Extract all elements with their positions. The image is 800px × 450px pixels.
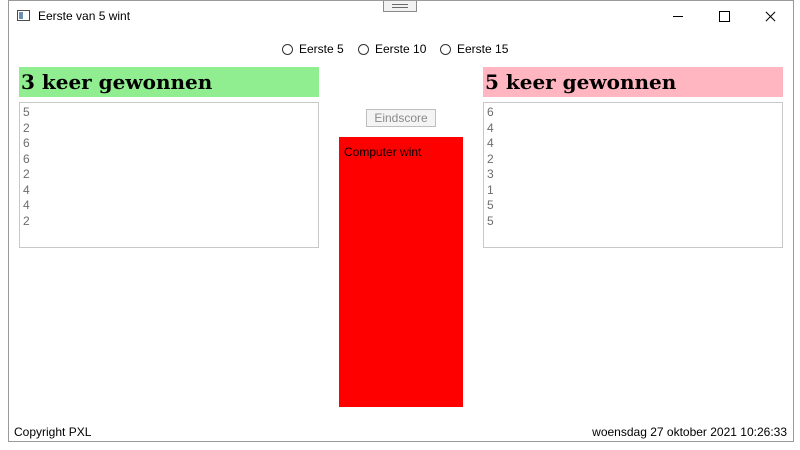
radio-eerste-10[interactable]: Eerste 10: [358, 42, 426, 56]
radio-label: Eerste 10: [375, 42, 427, 56]
copyright-label: Copyright PXL: [14, 425, 92, 439]
list-item: 5: [23, 105, 30, 119]
app-icon: [17, 10, 30, 21]
drag-grip-icon[interactable]: [383, 1, 417, 12]
radio-label: Eerste 15: [457, 42, 509, 56]
radio-circle-icon[interactable]: [282, 43, 293, 55]
list-item: 2: [23, 167, 30, 181]
app-window: Eerste van 5 wint Eerste 5 Eerste 10 Eer…: [8, 0, 794, 442]
list-item: 5: [487, 213, 494, 228]
radio-label: Eerste 5: [299, 42, 344, 56]
list-item: 2: [23, 120, 30, 135]
list-item: 6: [23, 136, 30, 150]
title-bar[interactable]: Eerste van 5 wint: [9, 1, 793, 31]
list-item: 2: [487, 151, 494, 166]
radio-circle-icon[interactable]: [440, 43, 451, 55]
list-item: 4: [487, 136, 494, 150]
radio-eerste-15[interactable]: Eerste 15: [440, 42, 508, 56]
computer-rolls-list[interactable]: 6 4 4 2 3 1 5 5: [483, 102, 783, 248]
list-item: 1: [487, 182, 494, 197]
player-wins-heading: 3 keer gewonnen: [19, 67, 319, 97]
computer-wins-heading: 5 keer gewonnen: [483, 67, 783, 97]
game-length-options: Eerste 5 Eerste 10 Eerste 15: [9, 42, 793, 58]
result-panel: Computer wint: [339, 137, 463, 407]
list-item: 2: [23, 213, 30, 228]
close-button[interactable]: [747, 1, 793, 31]
datetime-label: woensdag 27 oktober 2021 10:26:33: [592, 425, 787, 439]
list-item: 6: [23, 151, 30, 166]
result-text: Computer wint: [344, 145, 422, 159]
window-title: Eerste van 5 wint: [38, 9, 131, 23]
radio-circle-icon[interactable]: [358, 43, 369, 55]
list-item: 3: [487, 167, 494, 181]
minimize-button[interactable]: [655, 1, 701, 31]
maximize-button[interactable]: [701, 1, 747, 31]
list-item: 4: [487, 120, 494, 135]
list-item: 5: [487, 198, 494, 212]
list-item: 4: [23, 182, 30, 197]
player-rolls-list[interactable]: 5 2 6 6 2 4 4 2: [19, 102, 319, 248]
list-item: 4: [23, 198, 30, 212]
eindscore-button[interactable]: Eindscore: [366, 109, 436, 127]
radio-eerste-5[interactable]: Eerste 5: [282, 42, 344, 56]
list-item: 6: [487, 105, 494, 119]
